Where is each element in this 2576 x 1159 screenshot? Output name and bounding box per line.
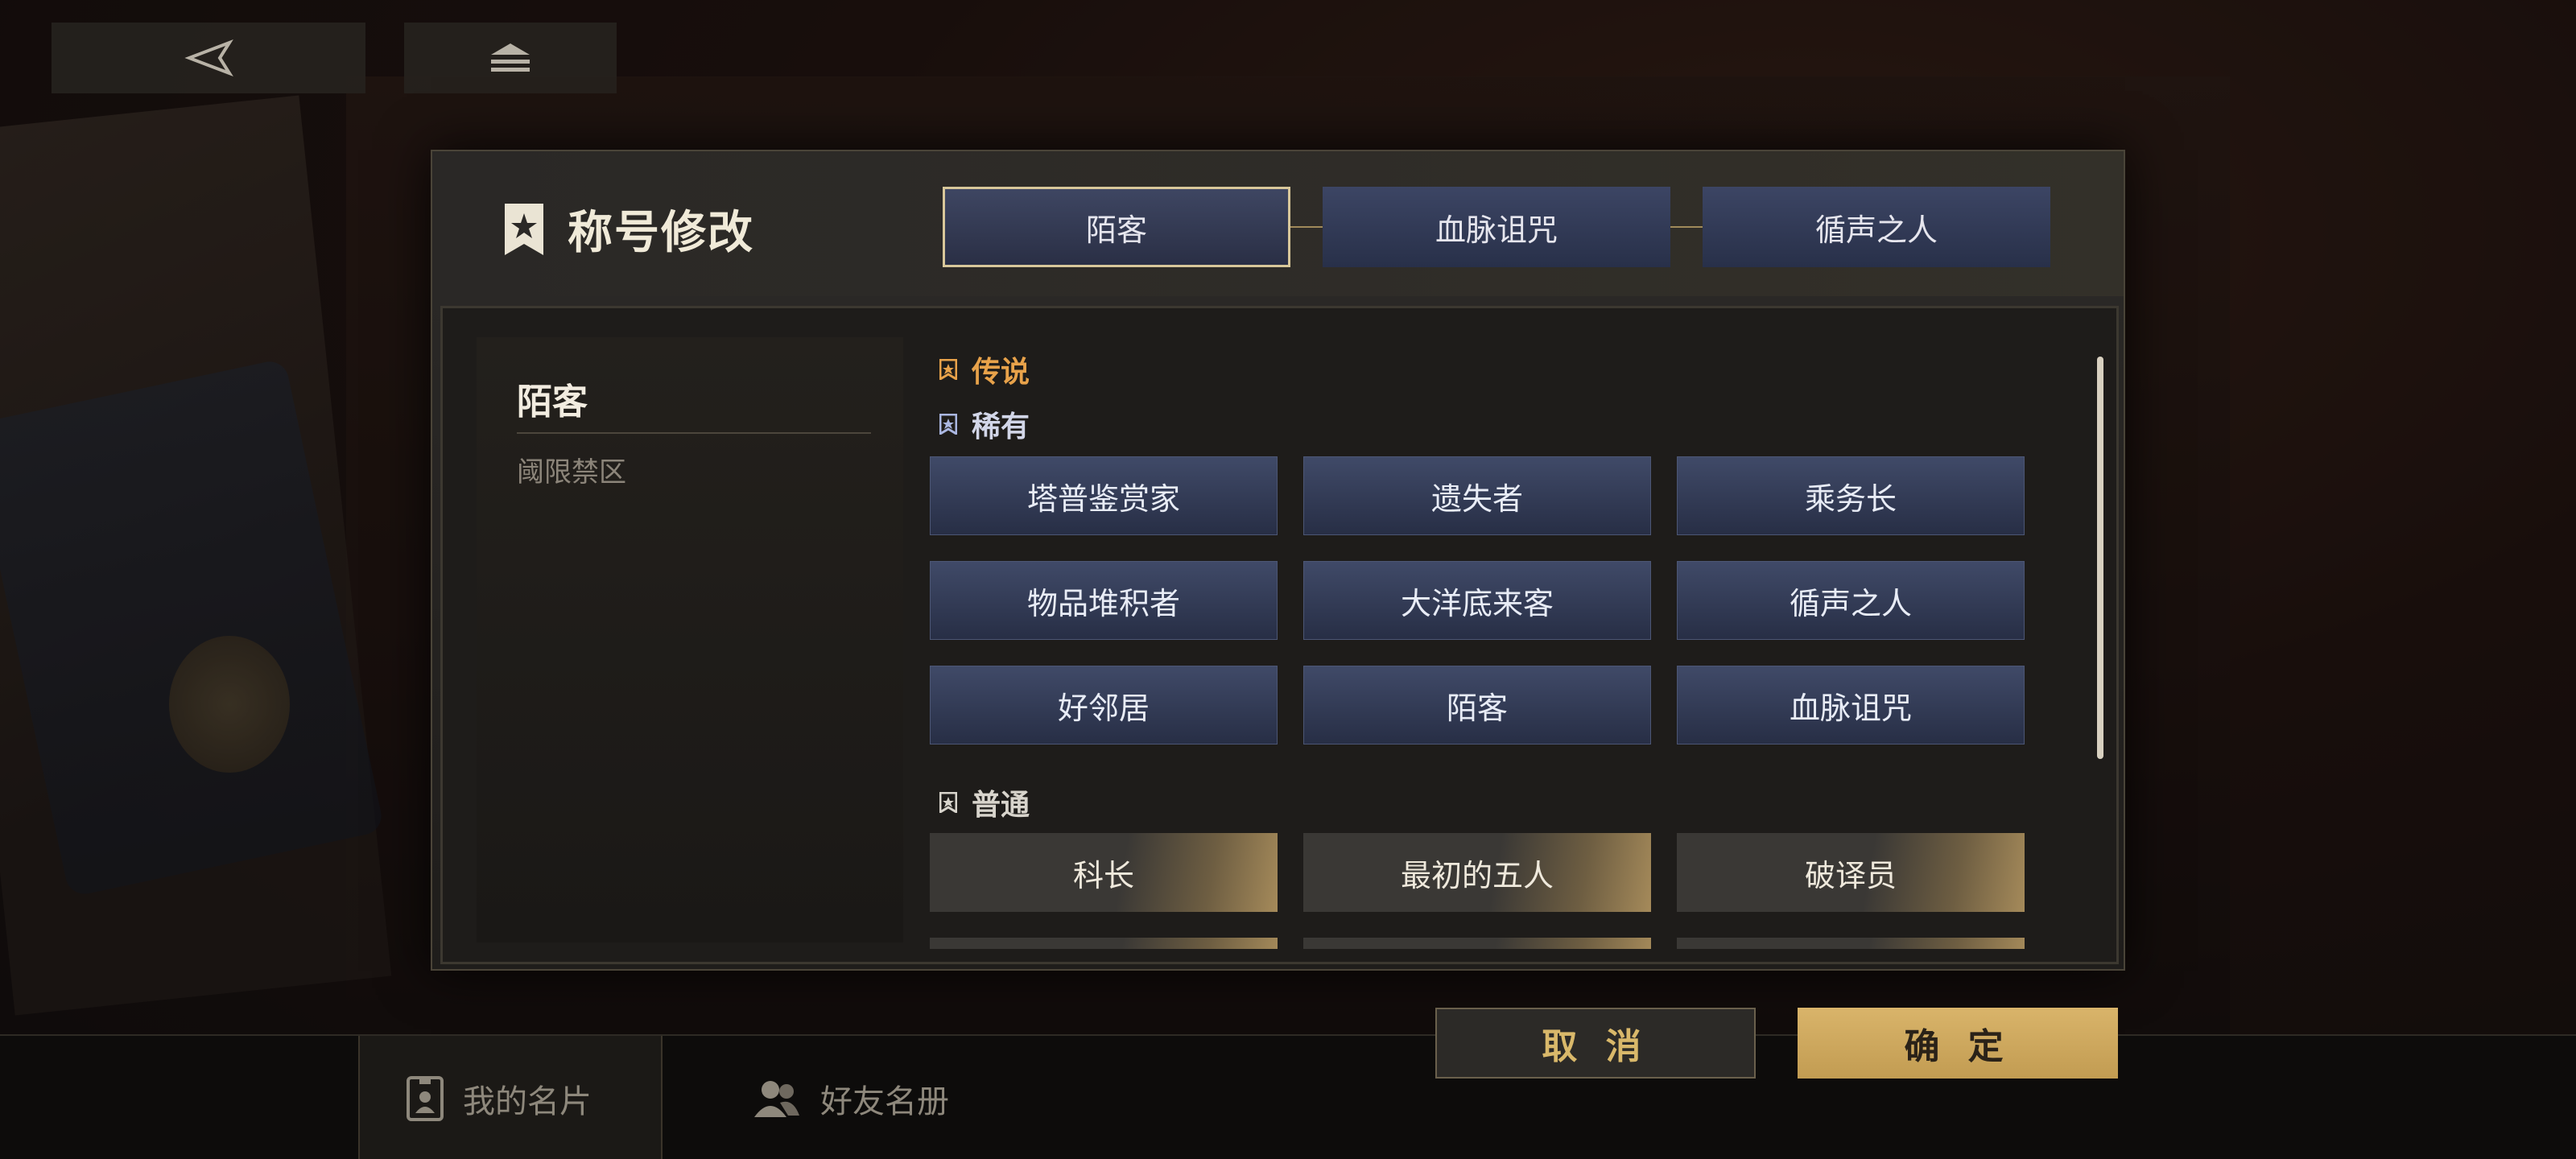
equipped-title-slots: 陌客 血脉诅咒 循声之人 (943, 187, 2050, 267)
selected-title-source: 阈限禁区 (517, 456, 626, 489)
tab-friends-label: 好友名册 (820, 1083, 949, 1120)
section-normal-label: 普通 (972, 788, 1030, 822)
confirm-button[interactable]: 确 定 (1798, 1008, 2118, 1079)
home-button[interactable] (404, 23, 617, 93)
bookmark-star-icon (505, 203, 543, 255)
title-option[interactable]: 陌客 (1303, 666, 1651, 744)
tab-friends[interactable]: 好友名册 (753, 1036, 949, 1159)
normal-title-grid: 科长 最初的五人 破译员 (930, 833, 2025, 949)
title-option[interactable]: 最初的五人 (1303, 833, 1651, 912)
title-option[interactable]: 塔普鉴赏家 (930, 456, 1278, 535)
bottom-nav-bar: 我的名片 好友名册 (0, 1034, 2576, 1159)
id-card-icon (407, 1075, 444, 1121)
title-option[interactable]: 科长 (930, 833, 1278, 912)
title-option[interactable]: 遗失者 (1303, 456, 1651, 535)
title-option-partial[interactable] (930, 938, 1278, 949)
slot-tab-1[interactable]: 陌客 (943, 187, 1290, 267)
legend-bookmark-icon (939, 359, 957, 380)
section-legend-label: 传说 (972, 355, 1030, 389)
title-list-scrollbar[interactable] (2097, 357, 2103, 759)
section-legend-header: 传说 (939, 349, 1030, 390)
back-arrow-icon (184, 39, 233, 76)
title-option-partial[interactable] (1303, 938, 1651, 949)
slot-tab-2[interactable]: 血脉诅咒 (1323, 187, 1670, 267)
normal-bookmark-icon (939, 792, 957, 813)
dialog-body: 陌客 阈限禁区 传说 稀有 塔普鉴赏家 遗失者 乘务长 物品堆积者 大洋底来客 … (440, 306, 2119, 964)
tab-my-card[interactable]: 我的名片 (358, 1036, 663, 1159)
title-edit-dialog: 称号修改 陌客 血脉诅咒 循声之人 陌客 阈限禁区 传说 稀有 塔普鉴赏家 遗失… (431, 150, 2125, 971)
slot-tab-3[interactable]: 循声之人 (1703, 187, 2050, 267)
info-divider (517, 432, 871, 434)
slot-connector (1670, 226, 1703, 228)
dialog-title: 称号修改 (568, 206, 754, 259)
title-option[interactable]: 破译员 (1677, 833, 2025, 912)
title-option[interactable]: 血脉诅咒 (1677, 666, 2025, 744)
dialog-header: 称号修改 陌客 血脉诅咒 循声之人 (432, 151, 2124, 296)
tab-my-card-label: 我的名片 (463, 1083, 592, 1120)
title-option[interactable]: 大洋底来客 (1303, 561, 1651, 640)
title-list[interactable]: 传说 稀有 塔普鉴赏家 遗失者 乘务长 物品堆积者 大洋底来客 循声之人 好邻居… (930, 337, 2057, 949)
slot-connector (1290, 226, 1323, 228)
home-icon (491, 43, 530, 72)
rare-title-grid: 塔普鉴赏家 遗失者 乘务长 物品堆积者 大洋底来客 循声之人 好邻居 陌客 血脉… (930, 456, 2025, 744)
section-rare-header: 稀有 (939, 403, 1030, 445)
title-option[interactable]: 乘务长 (1677, 456, 2025, 535)
title-option[interactable]: 物品堆积者 (930, 561, 1278, 640)
title-option[interactable]: 好邻居 (930, 666, 1278, 744)
title-info-panel: 陌客 阈限禁区 (477, 337, 903, 942)
section-rare-label: 稀有 (972, 410, 1030, 443)
title-option-partial[interactable] (1677, 938, 2025, 949)
title-option[interactable]: 循声之人 (1677, 561, 2025, 640)
dialog-title-group: 称号修改 (503, 196, 754, 262)
selected-title-name: 陌客 (517, 382, 588, 423)
cancel-button[interactable]: 取 消 (1435, 1008, 1756, 1079)
back-button[interactable] (52, 23, 365, 93)
rare-bookmark-icon (939, 414, 957, 435)
section-normal-header: 普通 (939, 782, 1030, 823)
friends-icon (754, 1080, 799, 1117)
